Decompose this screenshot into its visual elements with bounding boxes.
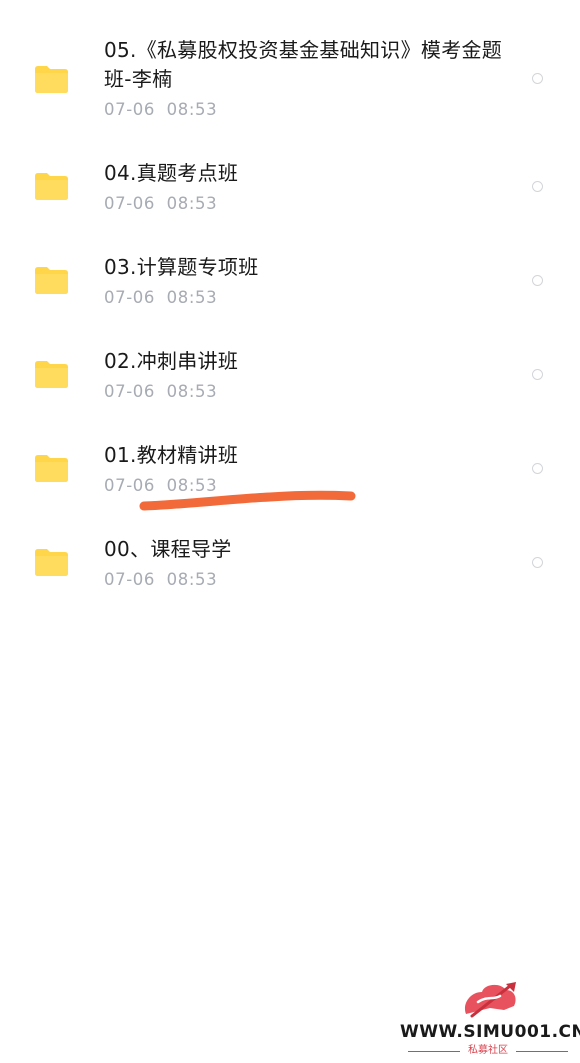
folder-date: 07-06 08:53: [104, 382, 218, 401]
select-radio[interactable]: [532, 463, 543, 474]
folder-title: 02.冲刺串讲班: [104, 349, 239, 373]
folder-title: 04.真题考点班: [104, 161, 239, 185]
folder-title: 00、课程导学: [104, 537, 232, 561]
folder-icon: [35, 549, 68, 576]
folder-icon: [35, 173, 68, 200]
folder-icon: [35, 455, 68, 482]
folder-date: 07-06 08:53: [104, 194, 218, 213]
select-radio[interactable]: [532, 181, 543, 192]
folder-title: 03.计算题专项班: [104, 255, 259, 279]
folder-date: 07-06 08:53: [104, 288, 218, 307]
select-radio[interactable]: [532, 73, 543, 84]
folder-icon: [35, 361, 68, 388]
watermark-subtitle: 私募社区: [400, 1044, 576, 1058]
folder-icon: [35, 267, 68, 294]
watermark-url: WWW.SIMU001.CN: [400, 1022, 580, 1042]
folder-title: 01.教材精讲班: [104, 443, 239, 467]
watermark: WWW.SIMU001.CN 私募社区: [400, 978, 580, 1060]
sword-logo-icon: [464, 982, 516, 1018]
folder-date: 07-06 08:53: [104, 570, 218, 589]
folder-icon: [35, 66, 68, 93]
folder-date: 07-06 08:53: [104, 476, 218, 495]
folder-date: 07-06 08:53: [104, 100, 218, 119]
select-radio[interactable]: [532, 275, 543, 286]
select-radio[interactable]: [532, 369, 543, 380]
folder-title: 05.《私募股权投资基金基础知识》模考金题班-李楠: [104, 38, 503, 91]
select-radio[interactable]: [532, 557, 543, 568]
